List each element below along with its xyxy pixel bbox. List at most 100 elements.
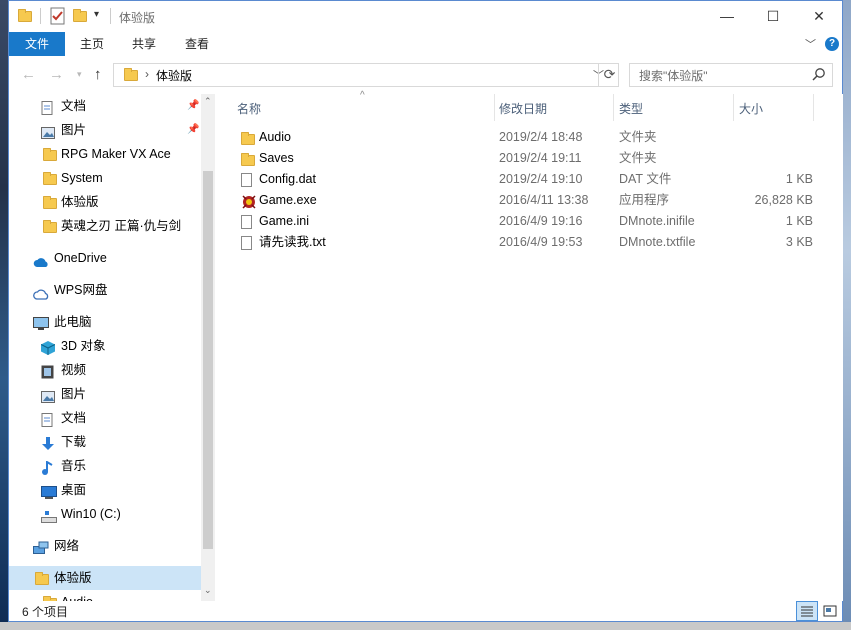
forward-arrow-icon[interactable]: → bbox=[49, 66, 64, 83]
help-icon[interactable]: ? bbox=[825, 37, 839, 51]
nav-item-downloads[interactable]: 下载 bbox=[9, 430, 201, 454]
file-icon bbox=[241, 173, 255, 187]
column-divider[interactable] bbox=[494, 94, 495, 121]
nav-item-onedrive[interactable]: OneDrive bbox=[9, 246, 201, 270]
nav-item-label: 音乐 bbox=[61, 459, 87, 473]
folder-icon bbox=[43, 220, 57, 233]
nav-item-documents[interactable]: 文档 bbox=[9, 406, 201, 430]
refresh-icon[interactable]: ⟳ bbox=[598, 63, 620, 87]
column-divider[interactable] bbox=[613, 94, 614, 121]
title-bar[interactable]: ▾ 体验版 — ☐ ✕ bbox=[9, 1, 842, 32]
file-row[interactable]: 请先读我.txt 2016/4/9 19:53 DMnote.txtfile 3… bbox=[215, 232, 815, 253]
sort-ascending-icon: ^ bbox=[360, 90, 365, 101]
nav-item-drive-c[interactable]: Win10 (C:) bbox=[9, 502, 201, 526]
nav-item-label: 图片 bbox=[61, 387, 87, 401]
picture-icon bbox=[41, 123, 55, 139]
chevron-down-icon[interactable]: ﹀ bbox=[805, 36, 816, 52]
folder-icon bbox=[43, 172, 57, 185]
nav-item-label: OneDrive bbox=[54, 251, 107, 265]
cube-icon bbox=[40, 339, 56, 355]
nav-item-trial[interactable]: 体验版 bbox=[9, 190, 201, 214]
nav-item-this-pc[interactable]: 此电脑 bbox=[9, 310, 201, 334]
recent-locations-icon[interactable]: ▾ bbox=[77, 69, 82, 80]
nav-item-yinghun[interactable]: 英魂之刃 正篇·仇与剑 bbox=[9, 214, 201, 238]
column-header-name[interactable]: 名称 bbox=[237, 100, 261, 117]
properties-icon[interactable] bbox=[50, 7, 66, 28]
folder-icon bbox=[241, 152, 255, 166]
file-row[interactable]: Config.dat 2019/2/4 19:10 DAT 文件 1 KB bbox=[215, 169, 815, 190]
nav-item-label: 桌面 bbox=[61, 483, 87, 497]
file-type: 文件夹 bbox=[619, 151, 657, 165]
desktop-icon bbox=[41, 483, 57, 499]
file-size: 1 KB bbox=[785, 172, 813, 186]
file-row[interactable]: Audio 2019/2/4 18:48 文件夹 bbox=[215, 127, 815, 148]
nav-item-documents-pinned[interactable]: 文档 📌 bbox=[9, 94, 201, 118]
nav-item-pictures[interactable]: 图片 bbox=[9, 382, 201, 406]
file-row[interactable]: Game.exe 2016/4/11 13:38 应用程序 26,828 KB bbox=[215, 190, 815, 211]
nav-item-label: 此电脑 bbox=[54, 315, 92, 329]
close-button[interactable]: ✕ bbox=[796, 1, 842, 32]
pin-icon[interactable]: 📌 bbox=[187, 94, 199, 118]
nav-item-audio[interactable]: Audio bbox=[9, 590, 201, 601]
document-icon bbox=[41, 411, 55, 427]
status-bar bbox=[9, 601, 842, 621]
tab-home[interactable]: 主页 bbox=[67, 32, 117, 56]
file-date: 2016/4/9 19:53 bbox=[499, 235, 583, 249]
large-icons-view-button[interactable] bbox=[819, 601, 841, 621]
scroll-up-icon[interactable]: ⌃ bbox=[204, 96, 212, 107]
column-header-size[interactable]: 大小 bbox=[739, 100, 763, 117]
minimize-button[interactable]: — bbox=[704, 1, 750, 32]
search-icon[interactable] bbox=[812, 67, 826, 84]
nav-item-wps[interactable]: WPS网盘 bbox=[9, 278, 201, 302]
desktop-background-bottom bbox=[0, 622, 851, 630]
scroll-down-icon[interactable]: ⌄ bbox=[204, 585, 212, 596]
column-headers: ^ 名称 修改日期 类型 大小 bbox=[215, 90, 831, 121]
column-header-type[interactable]: 类型 bbox=[619, 100, 643, 117]
column-header-date[interactable]: 修改日期 bbox=[499, 100, 547, 117]
tab-file[interactable]: 文件 bbox=[9, 32, 65, 56]
file-icon bbox=[241, 215, 255, 229]
item-count: 6 个项目 bbox=[22, 605, 69, 619]
file-row[interactable]: Game.ini 2016/4/9 19:16 DMnote.inifile 1… bbox=[215, 211, 815, 232]
file-type: DMnote.inifile bbox=[619, 214, 695, 228]
pin-icon[interactable]: 📌 bbox=[187, 118, 199, 142]
nav-item-label: 图片 bbox=[61, 123, 87, 137]
explorer-window: ▾ 体验版 — ☐ ✕ 文件 主页 共享 查看 ﹀ ? ← → ▾ ↑ › ﹀ … bbox=[8, 0, 843, 622]
nav-item-trial-selected[interactable]: 体验版 bbox=[9, 566, 201, 590]
nav-item-network[interactable]: 网络 bbox=[9, 534, 201, 558]
nav-item-3d-objects[interactable]: 3D 对象 bbox=[9, 334, 201, 358]
computer-icon bbox=[33, 315, 49, 330]
column-divider[interactable] bbox=[733, 94, 734, 121]
nav-item-system[interactable]: System bbox=[9, 166, 201, 190]
file-name: Audio bbox=[259, 130, 291, 144]
tab-view[interactable]: 查看 bbox=[172, 32, 222, 56]
folder-icon bbox=[43, 196, 57, 209]
details-view-button[interactable] bbox=[796, 601, 818, 621]
file-name: 请先读我.txt bbox=[259, 235, 326, 249]
breadcrumb-separator-icon[interactable]: › bbox=[145, 67, 149, 81]
desktop-background-left bbox=[0, 0, 8, 630]
back-arrow-icon[interactable]: ← bbox=[21, 66, 36, 83]
file-date: 2016/4/11 13:38 bbox=[499, 193, 589, 207]
nav-item-desktop[interactable]: 桌面 bbox=[9, 478, 201, 502]
tab-share[interactable]: 共享 bbox=[119, 32, 169, 56]
quick-access-dropdown-icon[interactable]: ▾ bbox=[94, 9, 99, 20]
maximize-button[interactable]: ☐ bbox=[750, 1, 796, 32]
nav-item-rpg-maker[interactable]: RPG Maker VX Ace bbox=[9, 142, 201, 166]
file-type: DMnote.txtfile bbox=[619, 235, 696, 249]
content-scrollbar[interactable] bbox=[831, 94, 843, 601]
breadcrumb[interactable]: 体验版 bbox=[156, 67, 192, 84]
download-icon bbox=[41, 435, 55, 450]
nav-item-videos[interactable]: 视频 bbox=[9, 358, 201, 382]
file-row[interactable]: Saves 2019/2/4 19:11 文件夹 bbox=[215, 148, 815, 169]
file-size: 1 KB bbox=[785, 214, 813, 228]
up-arrow-icon[interactable]: ↑ bbox=[94, 66, 102, 83]
folder-icon bbox=[43, 148, 57, 161]
nav-scrollbar-thumb[interactable] bbox=[203, 171, 213, 549]
search-placeholder[interactable]: 搜索"体验版" bbox=[639, 67, 708, 84]
column-divider[interactable] bbox=[813, 94, 814, 121]
nav-item-music[interactable]: 音乐 bbox=[9, 454, 201, 478]
nav-item-pictures-pinned[interactable]: 图片 📌 bbox=[9, 118, 201, 142]
nav-item-label: 体验版 bbox=[54, 571, 92, 585]
divider bbox=[110, 8, 111, 24]
